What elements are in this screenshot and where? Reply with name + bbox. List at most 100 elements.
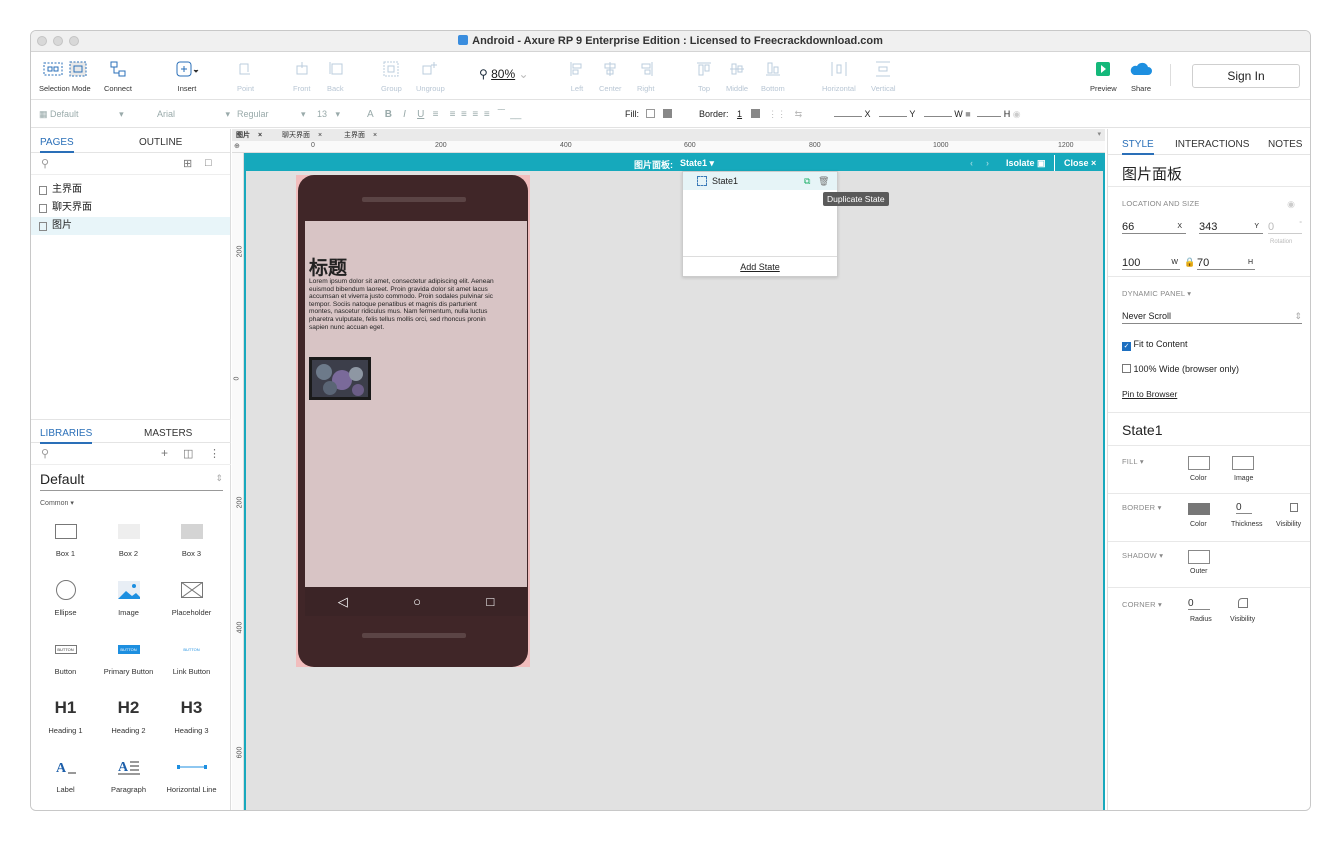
height-field[interactable]: 70 H [1197,257,1255,270]
crosshair-icon[interactable]: ⊕ [234,142,240,150]
widget-box2[interactable]: Box 2 [97,513,160,570]
back-button[interactable]: Back [327,58,344,93]
align-text-justify-icon[interactable]: ≡ [484,109,490,120]
widget-box1[interactable]: Box 1 [34,513,97,570]
insert-button[interactable]: Insert [175,58,199,93]
duplicate-state-icon[interactable]: ⧉ [804,176,810,187]
x-input[interactable] [834,116,862,117]
align-text-center-icon[interactable]: ≡ [461,109,467,120]
widget-image[interactable]: Image [97,572,160,629]
photo-dynamic-panel[interactable] [309,357,371,400]
tab-interactions[interactable]: INTERACTIONS [1175,139,1249,150]
state-name-field[interactable]: State1 [1122,422,1162,438]
h-input[interactable] [977,116,1002,117]
italic-icon[interactable]: I [403,109,406,120]
page-item-selected[interactable]: 图片 [31,217,230,235]
widget-placeholder[interactable]: Placeholder [160,572,223,629]
page-tab-active[interactable]: 图片 × [236,130,262,140]
fill-color-swatch[interactable] [645,109,655,118]
align-text-right-icon[interactable]: ≡ [472,109,478,120]
point-button[interactable]: Point [237,58,254,93]
prev-state-icon[interactable]: ‹ [970,158,973,168]
fit-to-content-checkbox[interactable]: ✓ Fit to Content [1122,339,1188,351]
zoom-dropdown[interactable]: ⚲ 80% ⌄ [479,67,529,81]
align-top-button[interactable]: Top [696,58,712,93]
widget-heading1[interactable]: H1 Heading 1 [34,690,97,747]
fill-color-swatch[interactable] [1188,456,1210,470]
distribute-vertical-button[interactable]: Vertical [871,58,896,93]
dynamic-panel-heading[interactable]: DYNAMIC PANEL ▾ [1122,289,1191,298]
font-color-icon[interactable]: A [367,109,374,120]
phone-paragraph[interactable]: Lorem ipsum dolor sit amet, consectetur … [309,278,499,331]
search-icon[interactable]: ⚲ [41,157,49,170]
widget-heading2[interactable]: H2 Heading 2 [97,690,160,747]
w-input[interactable] [923,116,952,117]
page-item[interactable]: 主界面 [31,181,230,199]
search-icon[interactable]: ⚲ [41,447,49,460]
group-button[interactable]: Group [381,58,402,93]
border-thickness-value[interactable]: 1 [737,109,742,119]
widget-name-field[interactable]: 图片面板 [1122,163,1182,184]
close-window-button[interactable] [37,36,47,46]
y-input[interactable] [879,116,908,117]
tabs-menu-icon[interactable]: ▾ [1097,130,1101,138]
pin-to-browser-link[interactable]: Pin to Browser [1122,389,1177,399]
page-item[interactable]: 聊天界面 [31,199,230,217]
library-category[interactable]: Common ▾ [40,499,231,507]
library-select[interactable]: Default ⇕ [40,471,223,491]
widget-button[interactable]: BUTTON Button [34,631,97,688]
arrow-style-icon[interactable]: ⇆ [795,109,803,119]
border-pattern-icon[interactable]: ⋮⋮ [768,109,786,119]
widget-ellipse[interactable]: Ellipse [34,572,97,629]
ungroup-button[interactable]: Ungroup [416,58,445,93]
fill-control[interactable]: Fill: [625,109,673,119]
y-field[interactable]: 343 Y [1199,221,1263,234]
home-circle-icon[interactable]: ○ [413,594,421,609]
widget-paragraph[interactable]: A Paragraph [97,749,160,806]
minimize-window-button[interactable] [53,36,63,46]
border-visibility-icon[interactable] [1290,503,1298,512]
tab-pages[interactable]: PAGES [40,137,74,153]
bold-icon[interactable]: B [385,109,392,120]
front-button[interactable]: Front [293,58,311,93]
tab-outline[interactable]: OUTLINE [139,137,182,148]
next-state-icon[interactable]: › [986,158,989,168]
align-text-left-icon[interactable]: ≡ [450,109,456,120]
sign-in-button[interactable]: Sign In [1192,64,1300,88]
scroll-select[interactable]: Never Scroll ⇕ [1122,311,1302,324]
font-size-dropdown[interactable]: 13 ▾ [317,109,340,120]
widget-label[interactable]: A Label [34,749,97,806]
copy-library-icon[interactable]: ◫ [183,447,193,460]
tab-libraries[interactable]: LIBRARIES [40,428,93,444]
corner-visibility-icon[interactable] [1238,598,1248,608]
state-row[interactable]: State1 ⧉ 🗑 [683,172,837,190]
border-color-swatch[interactable] [1188,503,1210,515]
close-tab-icon[interactable]: × [258,132,262,139]
add-library-icon[interactable]: + [161,446,168,460]
fill-image-swatch[interactable] [663,109,673,118]
corner-heading[interactable]: CORNER ▾ [1122,600,1162,609]
align-bottom-button[interactable]: Bottom [761,58,785,93]
zoom-window-button[interactable] [69,36,79,46]
close-editor-button[interactable]: Close × [1064,158,1096,168]
add-state-button[interactable]: Add State [683,256,837,272]
border-control[interactable]: Border: 1 ⋮⋮ ⇆ [699,109,802,120]
share-button[interactable]: Share [1129,58,1153,93]
preview-button[interactable]: Preview [1090,58,1117,93]
phone-mockup[interactable]: 标题 Lorem ipsum dolor sit amet, consectet… [296,175,530,667]
page-tab[interactable]: 主界面 × [344,130,377,140]
full-width-checkbox[interactable]: 100% Wide (browser only) [1122,364,1239,374]
align-middle-button[interactable]: Middle [726,58,748,93]
style-dropdown[interactable]: ▦ Default ▾ [39,109,124,120]
widget-primary-button[interactable]: BUTTON Primary Button [97,631,160,688]
selection-mode-button[interactable]: Selection Mode [39,58,91,93]
font-dropdown[interactable]: Arial ▾ [157,109,230,120]
valign-bottom-icon[interactable]: __ [510,109,521,120]
width-field[interactable]: 100 W [1122,257,1180,270]
bullet-list-icon[interactable]: ≡ [433,109,439,120]
align-right-button[interactable]: Right [637,58,655,93]
visibility-eye-icon[interactable]: ◉ [1013,109,1021,119]
align-left-button[interactable]: Left [569,58,585,93]
widget-heading3[interactable]: H3 Heading 3 [160,690,223,747]
rotation-field[interactable]: 0 ° [1268,221,1302,234]
